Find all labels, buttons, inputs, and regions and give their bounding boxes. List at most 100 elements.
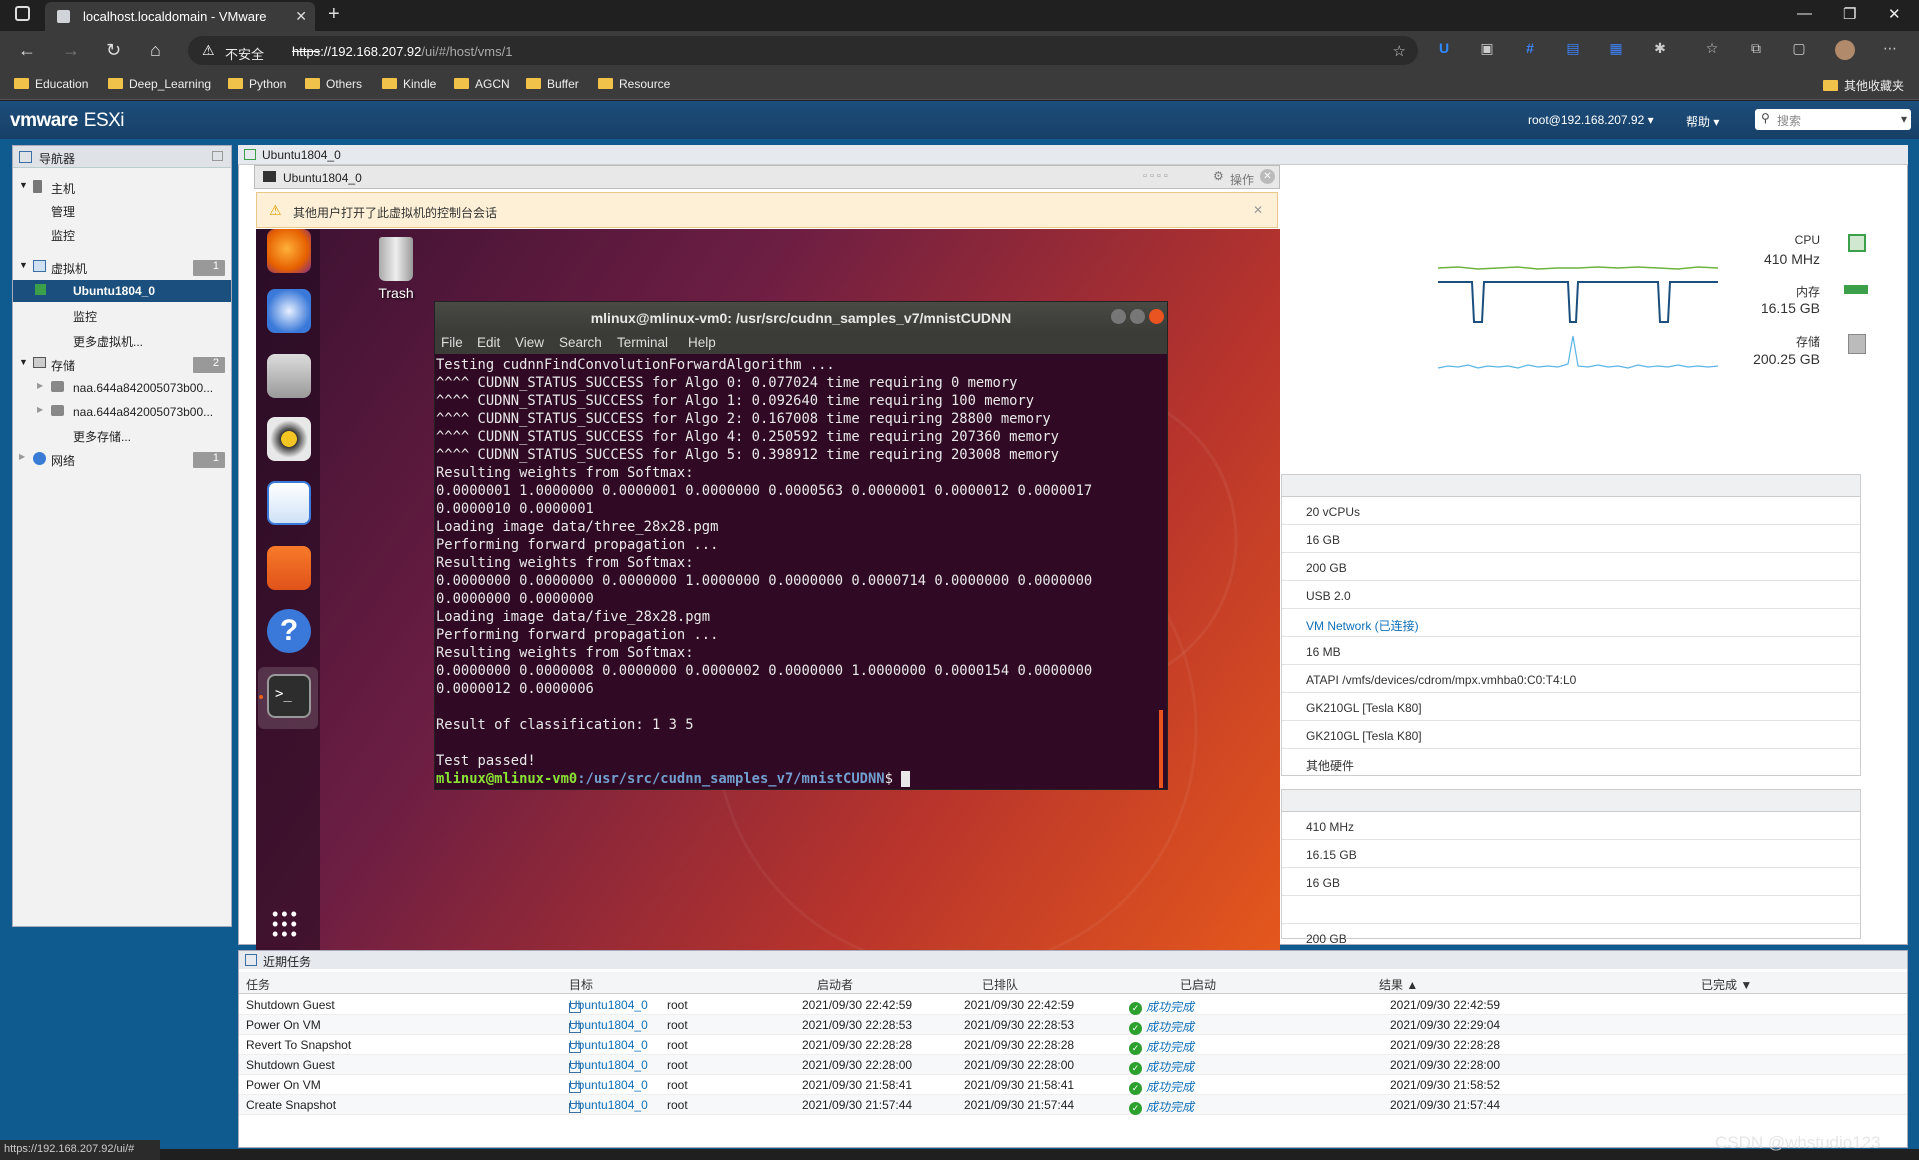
other-bookmarks[interactable]: 其他收藏夹 [1823,77,1904,94]
close-console-icon[interactable]: ✕ [1260,169,1275,184]
menu-terminal[interactable]: Terminal [617,335,668,350]
menu-file[interactable]: File [441,335,463,350]
close-tab-icon[interactable]: ✕ [295,8,307,25]
bookmark-agcn[interactable]: AGCN [454,77,510,91]
terminal-icon[interactable]: >_ [267,674,311,718]
task-row[interactable]: Shutdown Guest Ubuntu1804_0 root 2021/09/30… [239,1055,1907,1075]
col-initiator[interactable]: 启动者 [817,976,853,993]
task-row[interactable]: Shutdown Guest Ubuntu1804_0 root 2021/09/30… [239,995,1907,1015]
nav-more-vms[interactable]: 更多虚拟机... [13,329,231,351]
trash-desktop-icon[interactable]: Trash [366,237,426,307]
menu-edit[interactable]: Edit [477,335,500,350]
terminal-scrollbar[interactable] [1159,710,1163,788]
extension-new-icon[interactable]: ▤ [1563,40,1583,60]
nav-more-storage[interactable]: 更多存储... [13,424,231,446]
menu-search[interactable]: Search [559,335,602,350]
nav-vm-ubuntu[interactable]: Ubuntu1804_0 [13,280,231,302]
col-task[interactable]: 任务 [246,976,270,993]
console-toolbar-icons[interactable]: ▫ ▫ ▫ ▫ [1143,170,1168,182]
vm-tab[interactable]: Ubuntu1804_0 [238,145,1908,165]
menu-view[interactable]: View [515,335,544,350]
collapse-icon[interactable] [212,151,223,161]
task-row[interactable]: Power On VM Ubuntu1804_0 root 2021/09/30 21… [239,1075,1907,1095]
profile-avatar-icon[interactable] [1835,40,1855,60]
expand-icon[interactable]: ▶ [37,405,43,414]
nav-datastore-2[interactable]: ▶ naa.644a842005073b00... [13,401,231,423]
files-icon[interactable] [267,354,311,398]
bookmark-resource[interactable]: Resource [598,77,670,91]
expand-icon[interactable]: ▶ [19,452,25,461]
bookmark-deep-learning[interactable]: Deep_Learning [108,77,211,91]
task-cell-target[interactable]: Ubuntu1804_0 [569,1018,648,1033]
nav-datastore-1[interactable]: ▶ naa.644a842005073b00... [13,377,231,399]
nav-manage[interactable]: 管理 [13,199,231,221]
task-row[interactable]: Revert To Snapshot Ubuntu1804_0 root 2021/0… [239,1035,1907,1055]
expand-icon[interactable]: ▼ [19,357,28,367]
close-window-icon[interactable]: ✕ [1888,5,1901,23]
terminal-minimize-icon[interactable] [1111,309,1126,324]
task-row[interactable]: Create Snapshot Ubuntu1804_0 root 2021/09/3… [239,1095,1907,1115]
expand-icon[interactable]: ▼ [19,180,28,190]
user-menu[interactable]: root@192.168.207.92 ▾ [1528,113,1654,127]
expand-icon[interactable]: ▼ [19,260,28,270]
forward-icon[interactable]: → [62,40,80,61]
extensions-puzzle-icon[interactable]: ✱ [1650,40,1670,60]
bookmark-kindle[interactable]: Kindle [382,77,436,91]
nav-monitor[interactable]: 监控 [13,223,231,245]
col-target[interactable]: 目标 [569,976,593,993]
nav-storage[interactable]: ▼ 存储 2 [13,353,231,375]
nav-network[interactable]: ▶ 网络 1 [13,448,231,470]
extension-u-icon[interactable]: U [1434,40,1454,60]
url-bar[interactable]: ⚠ 不安全 https://192.168.207.92/ui/#/host/v… [188,36,1418,65]
new-tab-icon[interactable]: + [328,3,340,26]
screenshot-icon[interactable]: ▢ [1789,40,1809,60]
help-icon[interactable]: ? [267,609,311,653]
more-menu-icon[interactable]: ⋯ [1880,40,1900,60]
extension-translate-icon[interactable]: ▦ [1606,40,1626,60]
task-cell-target[interactable]: Ubuntu1804_0 [569,1058,648,1073]
nav-host[interactable]: ▼ 主机 [13,176,231,198]
rhythmbox-icon[interactable] [267,417,311,461]
expand-icon[interactable]: ▶ [37,381,43,390]
browser-tab[interactable]: localhost.localdomain - VMware ✕ [45,2,315,31]
menu-help[interactable]: Help [688,335,716,350]
col-queued[interactable]: 已排队 [982,976,1018,993]
task-cell-target[interactable]: Ubuntu1804_0 [569,998,648,1013]
terminal-output[interactable]: Testing cudnnFindConvolutionForwardAlgor… [436,356,1164,788]
libreoffice-writer-icon[interactable] [267,481,311,525]
collections-icon[interactable]: ⧉ [1746,40,1766,60]
task-cell-target[interactable]: Ubuntu1804_0 [569,1078,648,1093]
terminal-close-icon[interactable] [1149,309,1164,324]
show-applications-icon[interactable]: ••• ••• ••• [272,905,300,943]
terminal-prompt[interactable]: mlinux@mlinux-vm0:/usr/src/cudnn_samples… [436,770,1164,788]
software-center-icon[interactable] [267,546,311,590]
nav-vm-monitor[interactable]: 监控 [13,304,231,326]
task-cell-target[interactable]: Ubuntu1804_0 [569,1098,648,1113]
col-result[interactable]: 结果 ▲ [1379,976,1418,993]
extension-hash-icon[interactable]: # [1520,40,1540,60]
search-input[interactable]: ⚲ 搜索 ▾ [1755,109,1911,130]
task-row[interactable]: Power On VM Ubuntu1804_0 root 2021/09/30 22… [239,1015,1907,1035]
restore-icon[interactable]: ❐ [1843,5,1856,23]
bookmark-others[interactable]: Others [305,77,362,91]
col-completed[interactable]: 已完成 ▼ [1701,976,1752,993]
favorite-star-icon[interactable]: ☆ [1393,42,1406,60]
col-started[interactable]: 已启动 [1180,976,1216,993]
dismiss-warning-icon[interactable]: ✕ [1253,203,1263,217]
extension-reader-icon[interactable]: ▣ [1477,40,1497,60]
back-icon[interactable]: ← [18,40,36,61]
firefox-icon[interactable] [267,229,311,273]
nav-vms[interactable]: ▼ 虚拟机 1 [13,256,231,278]
favorites-icon[interactable]: ☆ [1702,40,1722,60]
gear-icon[interactable]: ⚙ [1213,169,1224,183]
help-menu[interactable]: 帮助 ▾ [1686,113,1719,130]
task-cell-target[interactable]: Ubuntu1804_0 [569,1038,648,1053]
bookmark-education[interactable]: Education [14,77,88,91]
hw-network-link[interactable]: VM Network (已连接) [1306,617,1419,634]
refresh-icon[interactable]: ↻ [106,40,121,61]
tab-actions-icon[interactable] [15,6,30,21]
actions-menu[interactable]: 操作 [1230,171,1254,188]
bookmark-python[interactable]: Python [228,77,286,91]
bookmark-buffer[interactable]: Buffer [526,77,579,91]
terminal-maximize-icon[interactable] [1130,309,1145,324]
